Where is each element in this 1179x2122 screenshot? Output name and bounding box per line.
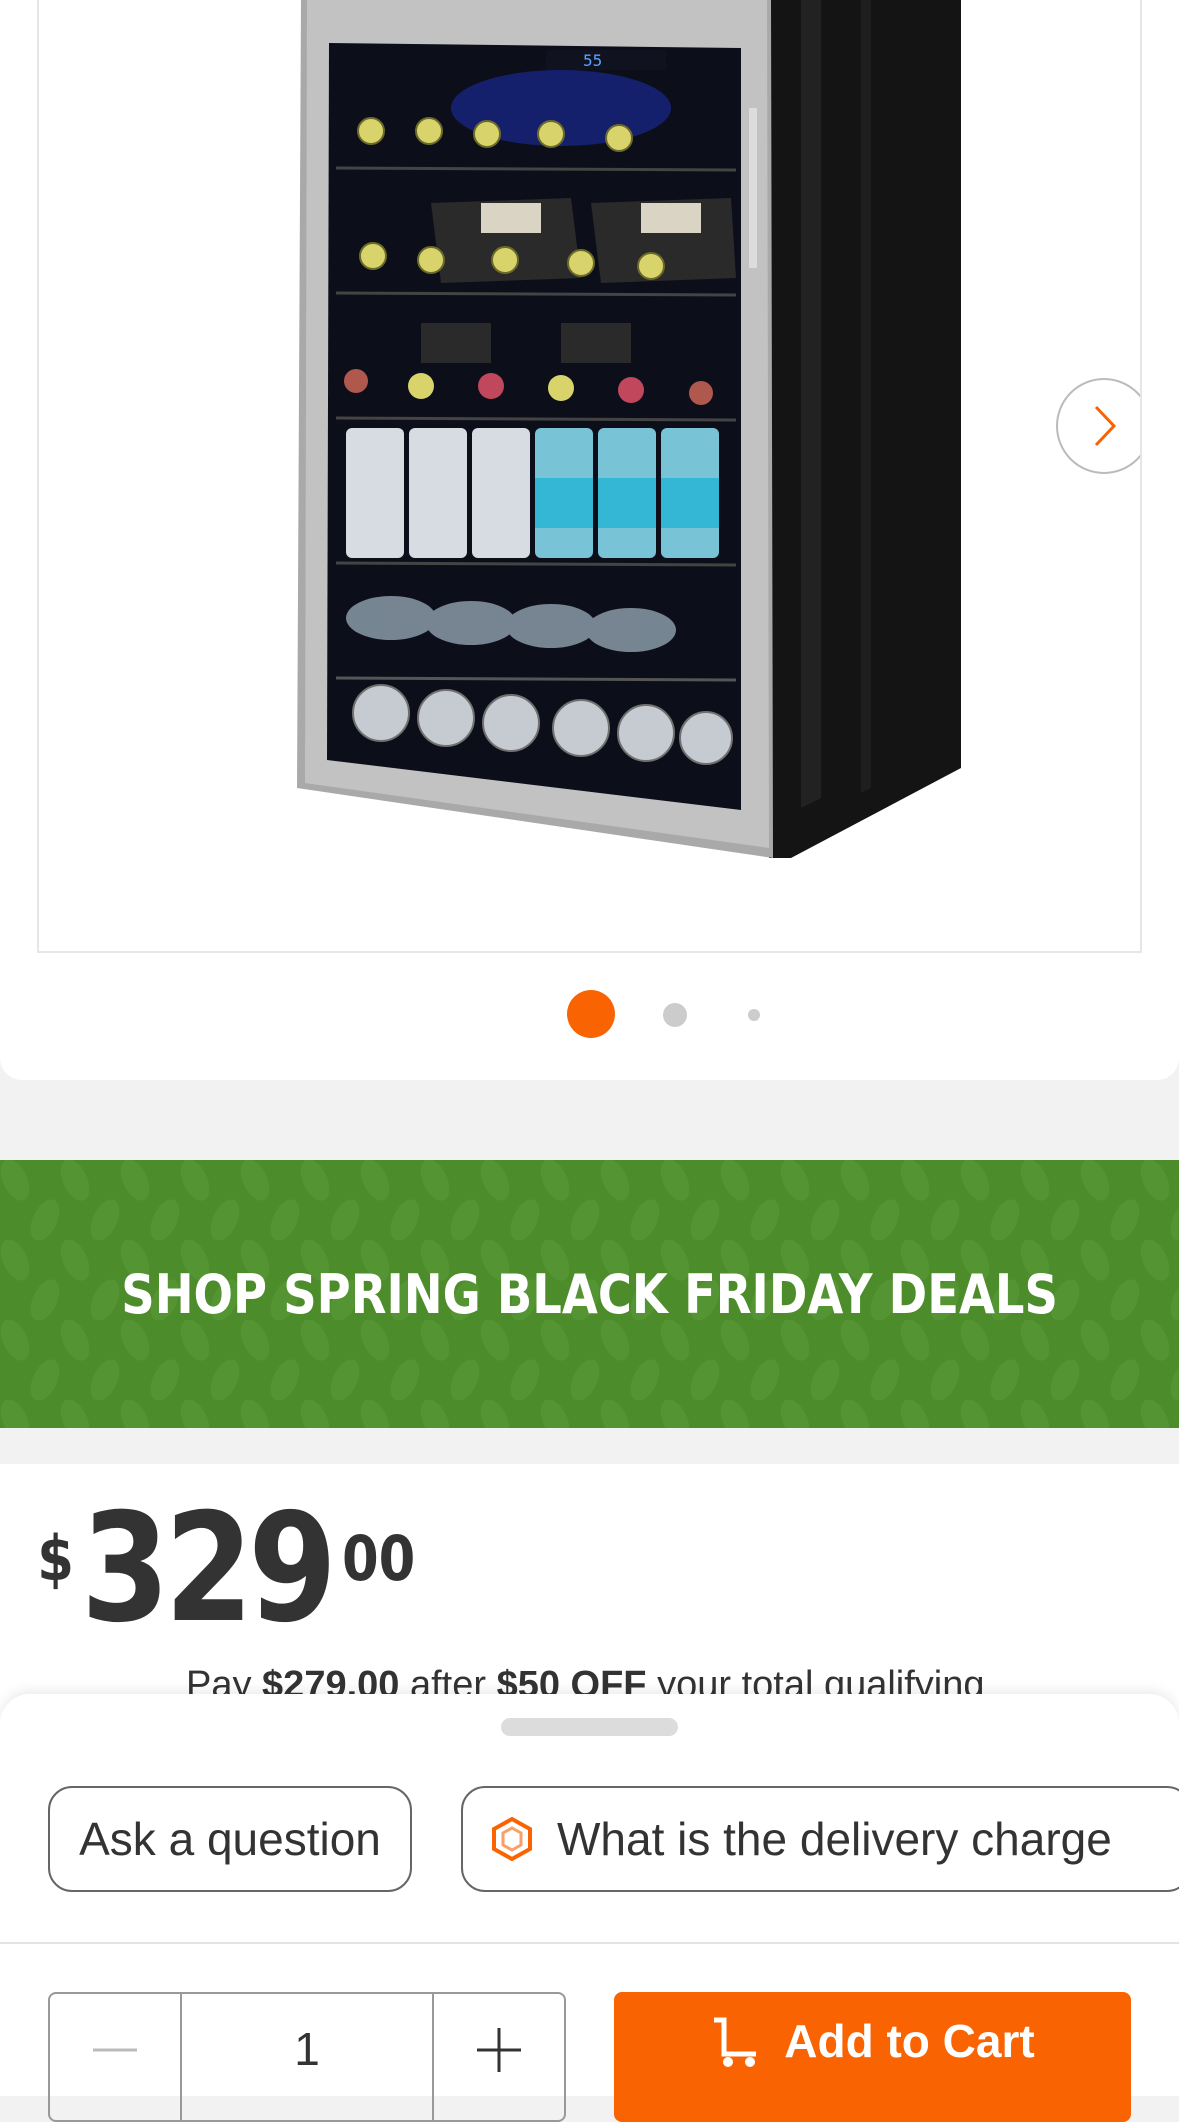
add-to-cart-label: Add to Cart xyxy=(784,2015,1035,2067)
price-dollars: 329 xyxy=(81,1482,337,1656)
add-to-cart-button[interactable]: Add to Cart xyxy=(614,1992,1131,2122)
carousel-dot-2[interactable] xyxy=(663,1003,687,1027)
quantity-stepper: 1 xyxy=(48,1992,566,2122)
delivery-charge-label: What is the delivery charge xyxy=(557,1813,1112,1865)
product-image-frame[interactable]: 55 xyxy=(37,0,1142,953)
product-gallery: 55 xyxy=(0,0,1179,1080)
carousel-dot-1[interactable] xyxy=(567,990,615,1038)
increase-quantity-button[interactable] xyxy=(434,1994,564,2120)
product-image: 55 xyxy=(297,0,961,858)
ask-question-label: Ask a question xyxy=(79,1813,381,1865)
chevron-right-icon xyxy=(1094,405,1117,447)
hexagon-assistant-icon xyxy=(492,1816,532,1862)
ask-question-chip[interactable]: Ask a question xyxy=(48,1786,412,1892)
plus-icon xyxy=(477,2028,521,2072)
carousel-dot-3[interactable] xyxy=(748,1009,760,1021)
decrease-quantity-button[interactable] xyxy=(50,1994,180,2120)
minus-icon xyxy=(93,2048,137,2052)
delivery-charge-chip[interactable]: What is the delivery charge xyxy=(461,1786,1179,1892)
product-price: $ 329 00 xyxy=(34,1484,429,1654)
promo-banner[interactable]: SHOP SPRING BLACK FRIDAY DEALS xyxy=(0,1160,1179,1428)
carousel-dots xyxy=(0,990,1179,1040)
price-currency: $ xyxy=(37,1522,74,1595)
price-cents: 00 xyxy=(342,1522,416,1595)
promo-banner-text: SHOP SPRING BLACK FRIDAY DEALS xyxy=(121,1262,1058,1326)
question-sheet: Ask a question What is the delivery char… xyxy=(0,1694,1179,1942)
svg-text:55: 55 xyxy=(583,51,602,70)
cart-icon xyxy=(714,2017,757,2067)
quantity-value[interactable]: 1 xyxy=(180,1994,434,2120)
purchase-bar: 1 Add to Cart xyxy=(0,1942,1179,2122)
sheet-drag-handle[interactable] xyxy=(501,1718,678,1736)
next-image-button[interactable] xyxy=(1056,378,1140,474)
